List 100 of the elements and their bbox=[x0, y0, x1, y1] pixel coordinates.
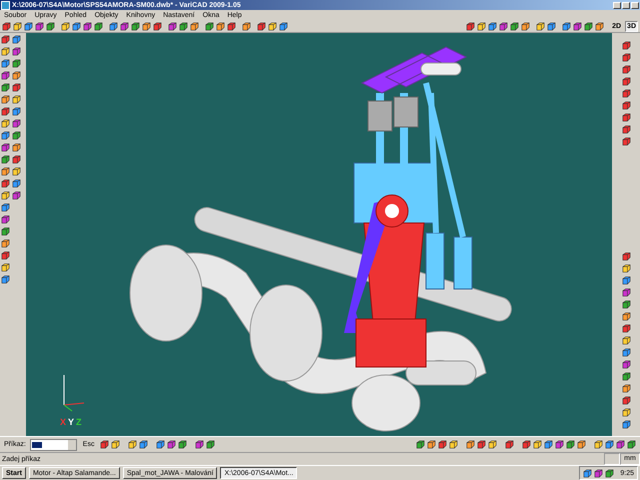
box-icon[interactable] bbox=[1, 227, 10, 236]
box-icon[interactable] bbox=[622, 348, 631, 357]
box-icon[interactable] bbox=[257, 22, 266, 30]
box-icon[interactable] bbox=[427, 440, 436, 449]
box-icon[interactable] bbox=[12, 155, 21, 164]
box-icon[interactable] bbox=[595, 22, 604, 30]
box-icon[interactable] bbox=[1, 119, 10, 128]
box-icon[interactable] bbox=[622, 41, 631, 50]
box-icon[interactable] bbox=[622, 137, 631, 146]
box-icon[interactable] bbox=[438, 440, 447, 449]
box-icon[interactable] bbox=[46, 22, 55, 30]
box-icon[interactable] bbox=[477, 22, 486, 30]
box-icon[interactable] bbox=[622, 113, 631, 122]
box-icon[interactable] bbox=[1, 191, 10, 200]
box-icon[interactable] bbox=[622, 312, 631, 321]
box-icon[interactable] bbox=[488, 440, 497, 449]
box-icon[interactable] bbox=[1, 263, 10, 272]
restore-button[interactable] bbox=[622, 2, 630, 8]
box-icon[interactable] bbox=[1, 215, 10, 224]
box-icon[interactable] bbox=[616, 440, 625, 449]
box-icon[interactable] bbox=[499, 22, 508, 30]
box-icon[interactable] bbox=[83, 22, 92, 30]
box-icon[interactable] bbox=[622, 264, 631, 273]
box-icon[interactable] bbox=[622, 53, 631, 62]
box-icon[interactable] bbox=[12, 59, 21, 68]
box-icon[interactable] bbox=[1, 167, 10, 176]
box-icon[interactable] bbox=[622, 252, 631, 261]
box-icon[interactable] bbox=[622, 324, 631, 333]
box-icon[interactable] bbox=[227, 22, 236, 30]
box-icon[interactable] bbox=[12, 131, 21, 140]
box-icon[interactable] bbox=[622, 101, 631, 110]
box-icon[interactable] bbox=[1, 71, 10, 80]
box-icon[interactable] bbox=[622, 360, 631, 369]
box-icon[interactable] bbox=[242, 22, 251, 30]
box-icon[interactable] bbox=[622, 288, 631, 297]
box-icon[interactable] bbox=[12, 83, 21, 92]
box-icon[interactable] bbox=[120, 22, 129, 30]
box-icon[interactable] bbox=[555, 440, 564, 449]
box-icon[interactable] bbox=[1, 35, 10, 44]
box-icon[interactable] bbox=[12, 119, 21, 128]
box-icon[interactable] bbox=[622, 276, 631, 285]
box-icon[interactable] bbox=[573, 22, 582, 30]
box-icon[interactable] bbox=[109, 22, 118, 30]
box-icon[interactable] bbox=[594, 468, 604, 478]
box-icon[interactable] bbox=[268, 22, 277, 30]
box-icon[interactable] bbox=[128, 440, 138, 449]
box-icon[interactable] bbox=[605, 440, 614, 449]
box-icon[interactable] bbox=[1, 155, 10, 164]
box-icon[interactable] bbox=[12, 107, 21, 116]
box-icon[interactable] bbox=[12, 71, 21, 80]
box-icon[interactable] bbox=[1, 95, 10, 104]
box-icon[interactable] bbox=[12, 179, 21, 188]
box-icon[interactable] bbox=[1, 131, 10, 140]
box-icon[interactable] bbox=[544, 440, 553, 449]
drawing-canvas[interactable]: X Y Z bbox=[26, 33, 612, 436]
box-icon[interactable] bbox=[1, 143, 10, 152]
box-icon[interactable] bbox=[142, 22, 151, 30]
box-icon[interactable] bbox=[622, 300, 631, 309]
box-icon[interactable] bbox=[1, 59, 10, 68]
box-icon[interactable] bbox=[521, 22, 530, 30]
box-icon[interactable] bbox=[583, 468, 592, 478]
box-icon[interactable] bbox=[416, 440, 425, 449]
box-icon[interactable] bbox=[536, 22, 546, 30]
box-icon[interactable] bbox=[584, 22, 594, 30]
box-icon[interactable] bbox=[566, 440, 575, 449]
box-icon[interactable] bbox=[1, 251, 10, 260]
box-icon[interactable] bbox=[622, 77, 631, 86]
box-icon[interactable] bbox=[622, 420, 631, 429]
box-icon[interactable] bbox=[562, 22, 572, 30]
box-icon[interactable] bbox=[622, 396, 631, 405]
box-icon[interactable] bbox=[622, 65, 631, 74]
box-icon[interactable] bbox=[153, 22, 162, 30]
box-icon[interactable] bbox=[94, 22, 103, 30]
box-icon[interactable] bbox=[72, 22, 81, 30]
box-icon[interactable] bbox=[466, 22, 476, 30]
box-icon[interactable] bbox=[594, 440, 603, 449]
box-icon[interactable] bbox=[168, 22, 177, 30]
box-icon[interactable] bbox=[1, 107, 10, 116]
box-icon[interactable] bbox=[533, 440, 542, 449]
box-icon[interactable] bbox=[139, 440, 148, 449]
box-icon[interactable] bbox=[622, 89, 631, 98]
box-icon[interactable] bbox=[12, 167, 21, 176]
box-icon[interactable] bbox=[131, 22, 140, 30]
box-icon[interactable] bbox=[622, 336, 631, 345]
box-icon[interactable] bbox=[577, 440, 586, 449]
box-icon[interactable] bbox=[24, 22, 33, 30]
box-icon[interactable] bbox=[156, 440, 166, 449]
box-icon[interactable] bbox=[61, 22, 70, 30]
box-icon[interactable] bbox=[195, 440, 204, 449]
box-icon[interactable] bbox=[488, 22, 498, 30]
box-icon[interactable] bbox=[1, 179, 10, 188]
box-icon[interactable] bbox=[622, 125, 631, 134]
box-icon[interactable] bbox=[1, 83, 10, 92]
box-icon[interactable] bbox=[178, 440, 188, 449]
box-icon[interactable] bbox=[505, 440, 514, 449]
box-icon[interactable] bbox=[1, 275, 10, 284]
box-icon[interactable] bbox=[279, 22, 288, 30]
box-icon[interactable] bbox=[547, 22, 556, 30]
box-icon[interactable] bbox=[13, 22, 22, 30]
box-icon[interactable] bbox=[206, 440, 216, 449]
